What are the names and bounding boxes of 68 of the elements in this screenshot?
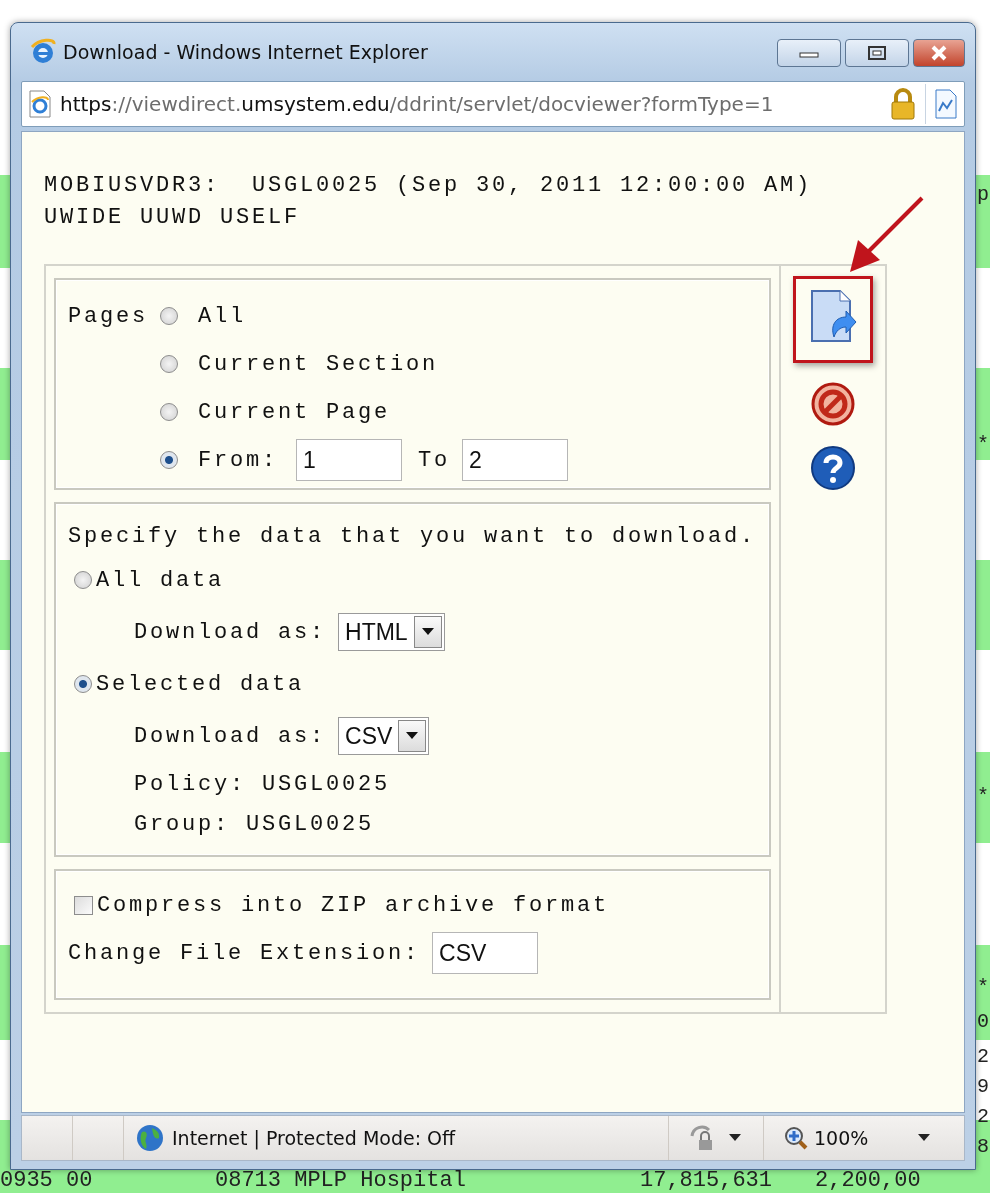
security-zone-text: Internet | Protected Mode: Off	[172, 1127, 456, 1149]
radio-button[interactable]	[160, 451, 178, 469]
close-button[interactable]	[913, 39, 965, 67]
close-icon	[930, 45, 948, 61]
zoom-level[interactable]: 100%	[814, 1127, 912, 1149]
background-text: 2	[977, 1046, 990, 1068]
format-dropdown[interactable]: HTML	[338, 613, 445, 651]
background-text: 9	[977, 1076, 990, 1098]
option-label[interactable]: Current Page	[198, 399, 391, 425]
url-part: ://viewdirect.	[111, 92, 242, 116]
caret-icon[interactable]	[729, 1134, 741, 1142]
radio-button[interactable]	[160, 355, 178, 373]
instruction-text: Specify the data that you want to download.	[68, 522, 757, 551]
option-label[interactable]: Current Section	[198, 351, 439, 377]
export-icon[interactable]	[808, 289, 858, 343]
field-label: To	[418, 447, 451, 473]
page-icon	[28, 90, 52, 118]
radio-button[interactable]	[74, 571, 92, 589]
field-label: Download as:	[134, 723, 327, 749]
background-text: p	[977, 184, 990, 206]
maximize-icon	[867, 45, 887, 61]
radio-button[interactable]	[160, 403, 178, 421]
table-cell: 2,200,00	[815, 1168, 921, 1193]
report-title: UWIDE UUWD USELF	[44, 204, 302, 232]
browser-logo-icon	[29, 38, 57, 66]
maximize-button[interactable]	[845, 39, 909, 67]
checkbox[interactable]	[74, 895, 93, 915]
zoom-icon	[784, 1126, 808, 1150]
url-part: umsystem.edu	[241, 92, 390, 116]
input-field[interactable]: CSV	[432, 932, 539, 974]
field-label: Download as:	[134, 619, 327, 645]
background-text: 0	[977, 1011, 990, 1033]
input-field[interactable]: 2	[462, 439, 569, 481]
background-text: *	[977, 434, 990, 456]
field-label: Change File Extension:	[68, 940, 421, 966]
background-text: 8	[977, 1136, 990, 1158]
address-bar[interactable]: https://viewdirect.umsystem.edu/ddrint/servlet/docviewer?formType=1	[21, 81, 965, 127]
caret-icon[interactable]	[918, 1134, 930, 1142]
table-cell: 0935 00	[0, 1168, 93, 1193]
option-label[interactable]: All data	[96, 567, 225, 593]
radio-button[interactable]	[160, 307, 178, 325]
url-part: https	[60, 92, 112, 116]
format-dropdown[interactable]: CSV	[338, 717, 430, 755]
background-text: *	[977, 977, 990, 999]
checkbox-label[interactable]: Compress into ZIP archive format	[97, 892, 610, 918]
field-label: Pages	[68, 303, 149, 329]
cancel-icon[interactable]	[810, 381, 856, 427]
radio-button[interactable]	[74, 675, 92, 693]
caret-icon	[406, 732, 419, 740]
detail-text: Policy: USGL0025	[133, 770, 392, 799]
page-report-icon[interactable]	[934, 89, 958, 119]
background-text: *	[977, 786, 990, 808]
option-label[interactable]: From:	[198, 447, 278, 473]
table-cell: 17,815,631	[640, 1168, 773, 1193]
option-label[interactable]: All	[198, 303, 246, 329]
help-icon[interactable]	[810, 445, 856, 491]
padlock-icon	[889, 88, 917, 120]
globe-icon	[136, 1124, 164, 1152]
caret-icon	[421, 628, 434, 636]
window-title: Download - Windows Internet Explorer	[63, 41, 429, 63]
option-label[interactable]: Selected data	[96, 671, 305, 697]
detail-text: Group: USGL0025	[133, 810, 376, 839]
url-part: /ddrint/servlet/docviewer?formType=1	[389, 92, 774, 116]
table-cell: 08713 MPLP Hospital	[215, 1168, 466, 1193]
minimize-button[interactable]	[777, 39, 841, 67]
background-text: 2	[977, 1106, 990, 1128]
report-title: MOBIUSVDR3: USGL0025 (Sep 30, 2011 12:00:00 AM)	[44, 172, 814, 200]
input-field[interactable]: 1	[296, 439, 402, 481]
